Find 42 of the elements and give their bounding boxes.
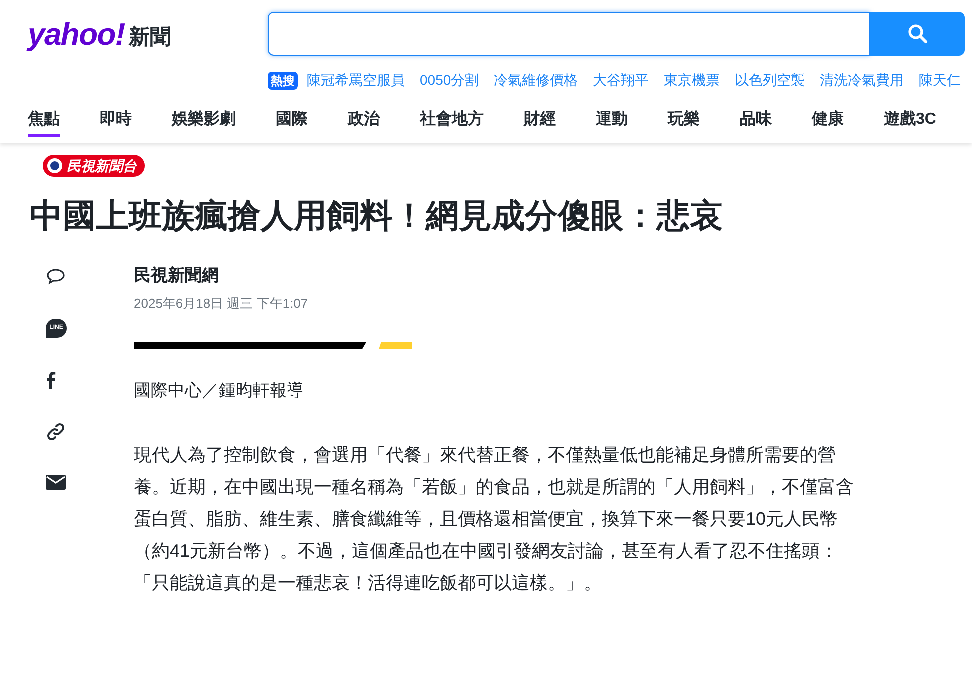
nav-tab[interactable]: 健康	[812, 107, 844, 137]
trending-link[interactable]: 陳天仁	[919, 70, 962, 91]
article-paragraph: 現代人為了控制飲食，會選用「代餐」來代替正餐，不僅熱量低也能補足身體所需要的營養。近期，在中國出現一種名稱為「若飯」的食品，也就是所謂的「人用飼料」，不僅富含蛋白質、脂肪、維生素、膳食纖維等，且價格還相當便宜，換算下來一餐只要10元人民幣（約41元新台幣）。不過，這個產品也在中國引發網友討論，甚至有人看了忍不住搖頭：「只能說這真的是一種悲哀！活得連吃飯都可以這樣。」。	[134, 444, 855, 595]
trending-badge: 熱搜	[268, 72, 298, 90]
article-title: 中國上班族瘋搶人用飼料！網見成分傻眼：悲哀	[30, 196, 724, 236]
trending-link[interactable]: 大谷翔平	[593, 70, 650, 91]
nav-tab[interactable]: 政治	[348, 107, 380, 137]
nav-tab[interactable]: 品味	[740, 107, 772, 137]
facebook-share-button[interactable]	[46, 371, 56, 389]
nav-tab[interactable]: 社會地方	[420, 107, 484, 137]
trending-link[interactable]: 以色列空襲	[735, 70, 806, 91]
trending-link[interactable]: 0050分割	[420, 70, 480, 91]
trending-link[interactable]: 陳冠希罵空服員	[307, 70, 405, 91]
nav-tab[interactable]: 運動	[596, 107, 628, 137]
mail-icon	[46, 475, 66, 490]
link-share-button[interactable]	[46, 422, 66, 442]
search-field[interactable]	[268, 12, 870, 56]
nav-tab[interactable]: 國際	[276, 107, 308, 137]
comment-share-button[interactable]	[46, 268, 66, 286]
trending-link[interactable]: 東京機票	[664, 70, 720, 91]
author-name[interactable]: 民視新聞網	[134, 264, 868, 288]
globe-icon	[47, 158, 63, 174]
logo-section[interactable]: 新聞	[128, 24, 171, 52]
comment-icon	[46, 268, 66, 286]
nav-tab[interactable]: 即時	[100, 107, 132, 137]
nav-tab[interactable]: 財經	[524, 107, 556, 137]
link-icon	[46, 422, 66, 442]
email-share-button[interactable]	[46, 475, 66, 490]
accent-bar	[379, 342, 412, 350]
byline: 國際中心／鍾昀軒報導	[134, 380, 305, 402]
facebook-icon	[46, 371, 56, 389]
source-badge[interactable]: 民視新聞台	[43, 155, 145, 177]
nav-tab[interactable]: 遊戲3C	[884, 107, 936, 137]
nav-tab[interactable]: 焦點	[28, 107, 60, 137]
publish-date: 2025年6月18日 週三 下午1:07	[134, 295, 310, 313]
trending-link[interactable]: 冷氣維修價格	[494, 70, 578, 91]
search-button[interactable]	[870, 12, 965, 56]
nav-tab[interactable]: 娛樂影劇	[172, 107, 236, 137]
search-icon	[908, 24, 928, 44]
logo-wordmark[interactable]: yahoo!	[28, 18, 125, 52]
nav-tab[interactable]: 玩樂	[668, 107, 700, 137]
trending-link[interactable]: 清洗冷氣費用	[820, 70, 904, 91]
